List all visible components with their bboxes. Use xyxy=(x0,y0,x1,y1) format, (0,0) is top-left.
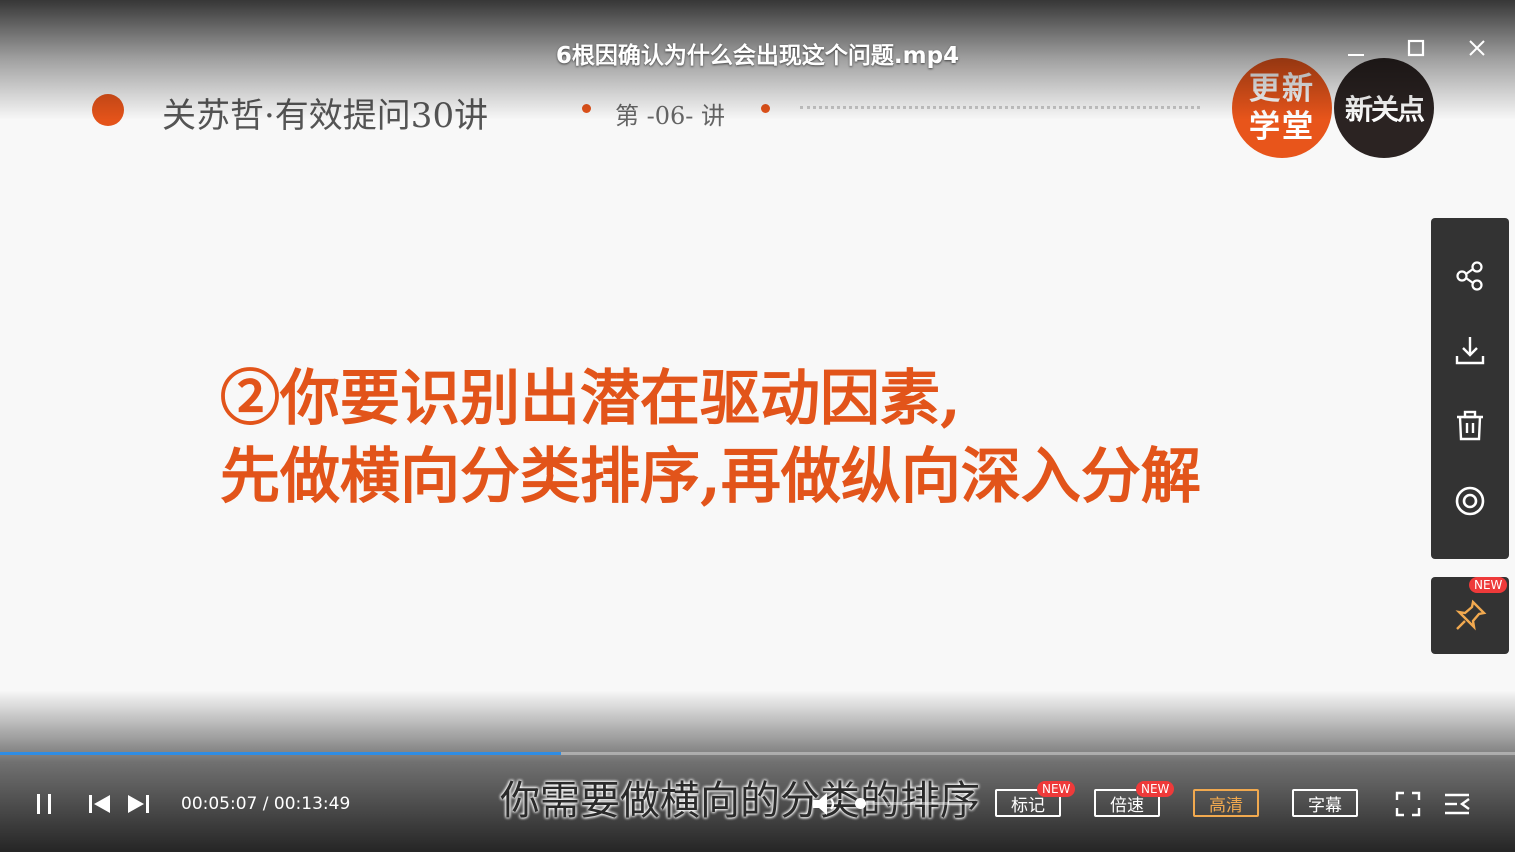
minimize-button[interactable] xyxy=(1338,30,1374,66)
delete-button[interactable] xyxy=(1431,396,1509,456)
pin-icon xyxy=(1455,599,1487,630)
next-button[interactable] xyxy=(124,786,154,822)
quality-button[interactable]: 高清 xyxy=(1193,789,1259,817)
download-button[interactable] xyxy=(1431,321,1509,381)
caption-button[interactable]: 字幕 xyxy=(1292,789,1358,817)
skip-previous-icon xyxy=(89,795,110,813)
window-title: 6根因确认为什么会出现这个问题.mp4 xyxy=(555,43,960,69)
side-action-panel xyxy=(1431,218,1509,559)
speed-new-badge: NEW xyxy=(1136,781,1175,797)
close-button[interactable] xyxy=(1459,30,1495,66)
slide-line-2: 先做横向分类排序,再做纵向深入分解 xyxy=(220,442,1201,512)
fullscreen-button[interactable] xyxy=(1392,786,1424,822)
time-separator: / xyxy=(257,794,274,814)
share-icon xyxy=(1456,261,1483,291)
progress-fill xyxy=(0,752,561,755)
total-duration: 00:13:49 xyxy=(273,794,351,814)
current-time: 00:05:07 xyxy=(181,794,258,814)
volume-knob[interactable] xyxy=(855,798,866,809)
playlist-button[interactable] xyxy=(1441,786,1473,822)
volume-button[interactable] xyxy=(808,786,844,822)
pause-icon xyxy=(37,794,51,814)
pause-button[interactable] xyxy=(28,786,60,822)
skip-next-icon xyxy=(128,795,149,813)
maximize-icon xyxy=(1407,39,1425,57)
speaker-icon xyxy=(813,793,835,815)
target-button[interactable] xyxy=(1431,471,1509,531)
playlist-icon xyxy=(1445,793,1470,815)
close-icon xyxy=(1469,40,1485,56)
fullscreen-icon xyxy=(1395,791,1421,817)
quality-label: 高清 xyxy=(1209,795,1243,816)
slide-line-1: ②你要识别出潜在驱动因素, xyxy=(220,364,961,434)
maximize-button[interactable] xyxy=(1398,30,1434,66)
pin-new-badge: NEW xyxy=(1469,577,1508,593)
mark-new-badge: NEW xyxy=(1037,781,1076,797)
previous-button[interactable] xyxy=(84,786,114,822)
trash-icon xyxy=(1457,410,1483,441)
pin-button[interactable]: NEW xyxy=(1431,577,1509,654)
video-subtitle: 你需要做横向的分类的排序 xyxy=(500,778,980,824)
download-icon xyxy=(1455,337,1485,365)
minimize-icon xyxy=(1348,54,1364,56)
share-button[interactable] xyxy=(1431,246,1509,306)
caption-label: 字幕 xyxy=(1308,795,1342,816)
target-icon xyxy=(1455,486,1485,516)
progress-bar[interactable] xyxy=(0,752,1515,755)
time-display: 00:05:07 / 00:13:49 xyxy=(181,794,350,814)
slide-main-text: ②你要识别出潜在驱动因素, 先做横向分类排序,再做纵向深入分解 xyxy=(220,360,1201,516)
volume-slider[interactable] xyxy=(860,802,972,805)
